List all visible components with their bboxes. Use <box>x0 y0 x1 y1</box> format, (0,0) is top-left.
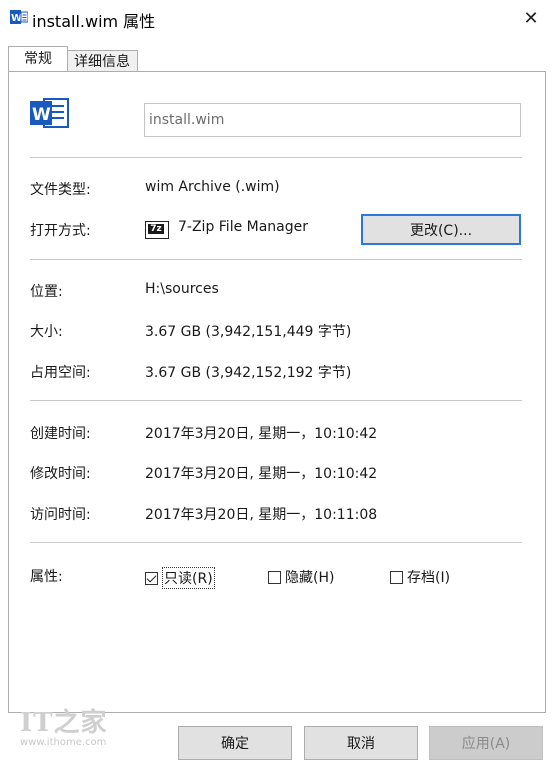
close-button[interactable]: ✕ <box>508 0 554 37</box>
apply-button[interactable]: 应用(A) <box>429 726 543 760</box>
hidden-checkbox-box[interactable] <box>268 570 281 584</box>
created-label: 创建时间: <box>30 426 91 442</box>
modified-label: 修改时间: <box>30 466 91 482</box>
tab-details[interactable]: 详细信息 <box>66 50 138 72</box>
watermark-url: www.ithome.com <box>20 737 107 748</box>
word-document-icon: W <box>30 96 70 134</box>
file-name-input[interactable] <box>144 103 521 137</box>
svg-text:W: W <box>32 105 51 125</box>
seven-zip-icon-text: 7z <box>148 224 164 234</box>
archive-checkbox[interactable]: 存档(I) <box>390 567 450 587</box>
ok-button[interactable]: 确定 <box>178 726 292 760</box>
readonly-checkbox-label: 只读(R) <box>162 567 215 589</box>
accessed-value: 2017年3月20日, 星期一，10:11:08 <box>145 507 378 523</box>
hidden-checkbox-label: 隐藏(H) <box>285 570 335 586</box>
archive-checkbox-box[interactable] <box>390 570 403 584</box>
close-icon: ✕ <box>523 8 539 29</box>
size-on-disk-value: 3.67 GB (3,942,152,192 字节) <box>145 365 352 381</box>
readonly-checkbox[interactable]: 只读(R) <box>145 567 215 589</box>
file-type-value: wim Archive (.wim) <box>145 179 280 195</box>
watermark: IT之家 www.ithome.com <box>20 702 108 748</box>
divider <box>30 259 522 260</box>
readonly-checkbox-box[interactable] <box>145 571 158 585</box>
general-panel <box>8 71 546 713</box>
file-type-label: 文件类型: <box>30 182 91 198</box>
svg-text:W: W <box>11 13 22 24</box>
cancel-button[interactable]: 取消 <box>304 726 418 760</box>
attributes-label: 属性: <box>30 569 63 585</box>
divider <box>30 400 522 401</box>
window-title: install.wim 属性 <box>32 12 156 31</box>
watermark-logo: IT之家 <box>20 708 108 738</box>
hidden-checkbox[interactable]: 隐藏(H) <box>268 567 334 587</box>
created-value: 2017年3月20日, 星期一，10:10:42 <box>145 426 378 442</box>
tab-general[interactable]: 常规 <box>8 46 68 71</box>
size-value: 3.67 GB (3,942,151,449 字节) <box>145 324 352 340</box>
title-bar: W install.wim 属性 ✕ <box>0 0 554 37</box>
opens-with-label: 打开方式: <box>30 223 91 239</box>
size-label: 大小: <box>30 324 63 340</box>
modified-value: 2017年3月20日, 星期一，10:10:42 <box>145 466 378 482</box>
size-on-disk-label: 占用空间: <box>30 365 91 381</box>
seven-zip-icon: 7z <box>145 221 169 239</box>
location-label: 位置: <box>30 284 63 300</box>
divider <box>30 157 522 158</box>
divider <box>30 542 522 543</box>
archive-checkbox-label: 存档(I) <box>407 570 451 586</box>
word-w-icon: W <box>10 9 29 29</box>
opens-with-app: 7-Zip File Manager <box>178 219 309 235</box>
change-button[interactable]: 更改(C)... <box>361 214 521 245</box>
accessed-label: 访问时间: <box>30 507 91 523</box>
location-value: H:\sources <box>145 281 219 297</box>
